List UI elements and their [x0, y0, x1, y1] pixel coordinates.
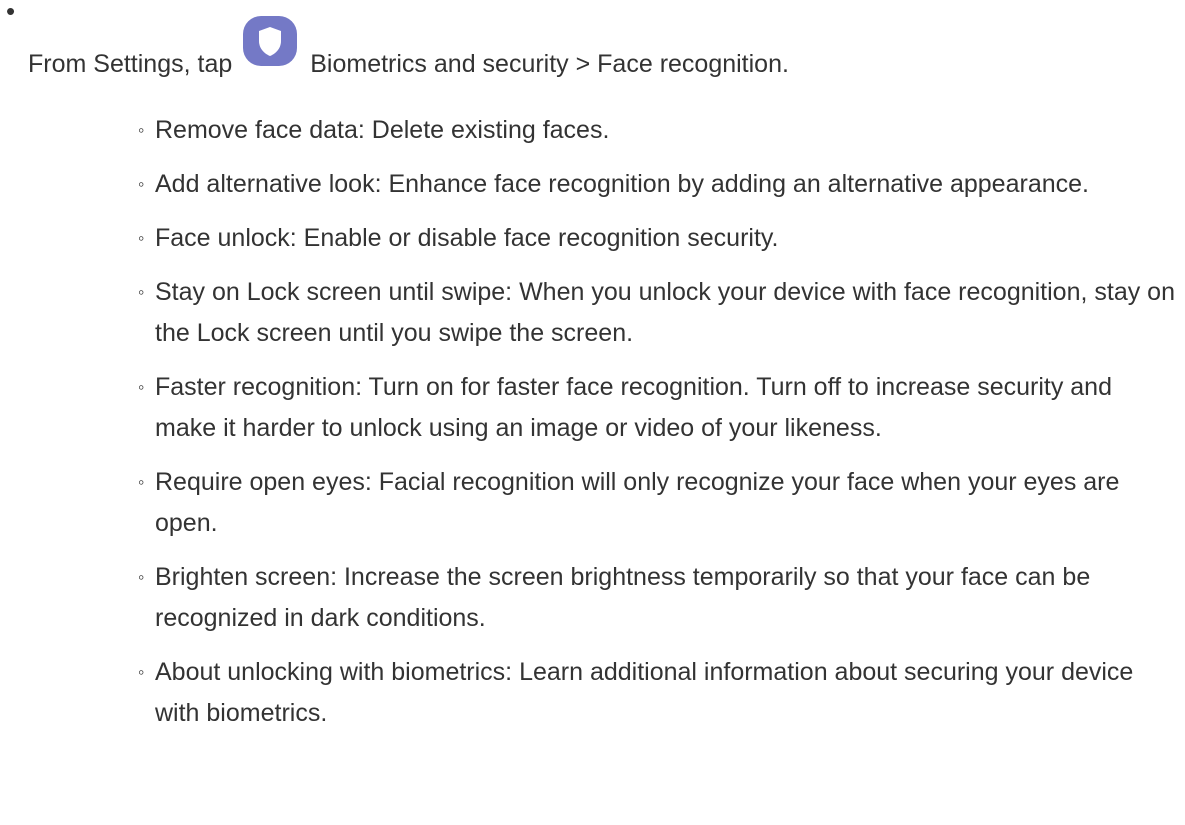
list-item-text: Stay on Lock screen until swipe: When yo… [155, 278, 1175, 347]
hollow-bullet: ◦ [138, 282, 145, 302]
intro-text-after-icon: Biometrics and security > Face recogniti… [310, 50, 789, 78]
list-item: ◦ Face unlock: Enable or disable face rec… [128, 218, 1178, 259]
hollow-bullet: ◦ [138, 567, 145, 587]
list-item: ◦ Stay on Lock screen until swipe: When y… [128, 272, 1178, 354]
hollow-bullet: ◦ [138, 662, 145, 682]
list-bullet: • [6, 0, 16, 26]
hollow-bullet: ◦ [138, 377, 145, 397]
hollow-bullet: ◦ [138, 174, 145, 194]
list-item: ◦ About unlocking with biometrics: Learn … [128, 652, 1178, 734]
list-item-text: Remove face data: Delete existing faces. [155, 116, 610, 144]
list-item-text: Faster recognition: Turn on for faster f… [155, 373, 1112, 442]
hollow-bullet: ◦ [138, 120, 145, 140]
list-item-text: Add alternative look: Enhance face recog… [155, 170, 1089, 198]
list-item: ◦ Brighten screen: Increase the screen br… [128, 557, 1178, 639]
hollow-bullet: ◦ [138, 228, 145, 248]
shield-icon [240, 14, 300, 70]
list-item-text: Require open eyes: Facial recognition wi… [155, 468, 1120, 537]
list-item: ◦ Remove face data: Delete existing faces… [128, 110, 1178, 151]
list-item: ◦ Require open eyes: Facial recognition w… [128, 462, 1178, 544]
hollow-bullet: ◦ [138, 472, 145, 492]
list-item: ◦ Add alternative look: Enhance face reco… [128, 164, 1178, 205]
face-recognition-options-list: ◦ Remove face data: Delete existing faces… [128, 110, 1178, 747]
list-item-text: Brighten screen: Increase the screen bri… [155, 563, 1091, 632]
list-item-text: About unlocking with biometrics: Learn a… [155, 658, 1134, 727]
list-item-text: Face unlock: Enable or disable face reco… [155, 224, 779, 252]
intro-instruction: From Settings, tap Biometrics and securi… [28, 16, 789, 78]
intro-text-before-icon: From Settings, tap [28, 50, 233, 78]
list-item: ◦ Faster recognition: Turn on for faster … [128, 367, 1178, 449]
